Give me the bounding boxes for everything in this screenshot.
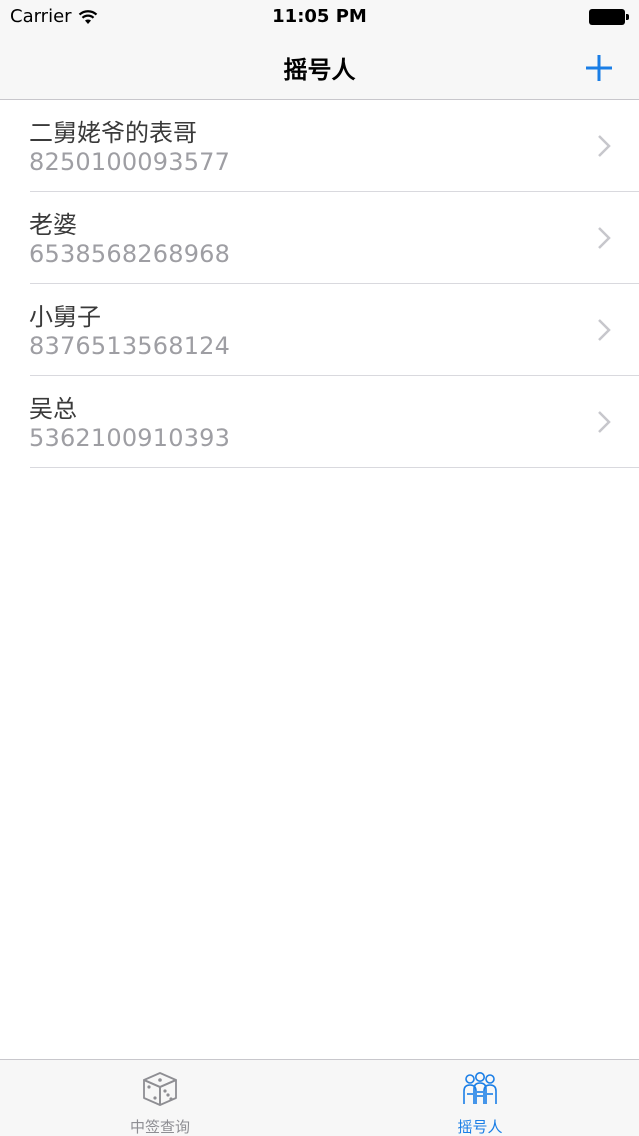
tab-label: 中签查询 xyxy=(129,1118,190,1136)
tab-label: 摇号人 xyxy=(457,1118,503,1136)
battery-icon xyxy=(589,9,629,25)
tab-bar: 中签查询 摇号人 xyxy=(0,1059,639,1136)
person-name: 吴总 xyxy=(29,395,77,423)
chevron-right-icon xyxy=(598,319,611,341)
list-item[interactable]: 老婆 6538568268968 xyxy=(0,192,639,284)
status-bar: Carrier 11:05 PM xyxy=(0,0,639,36)
person-name: 小舅子 xyxy=(29,303,101,331)
person-name: 二舅姥爷的表哥 xyxy=(29,119,197,147)
plus-icon xyxy=(586,55,612,81)
status-time: 11:05 PM xyxy=(272,6,367,27)
list-item[interactable]: 吴总 5362100910393 xyxy=(0,376,639,468)
person-number: 5362100910393 xyxy=(29,424,231,452)
navigation-bar: 摇号人 xyxy=(0,36,639,100)
list-item[interactable]: 二舅姥爷的表哥 8250100093577 xyxy=(0,100,639,192)
list-item[interactable]: 小舅子 8376513568124 xyxy=(0,284,639,376)
empty-content-area xyxy=(0,468,639,1059)
page-title: 摇号人 xyxy=(283,56,356,84)
person-list: 二舅姥爷的表哥 8250100093577 老婆 6538568268968 小… xyxy=(0,100,639,468)
person-name: 老婆 xyxy=(29,211,77,239)
person-number: 6538568268968 xyxy=(29,240,231,268)
tab-lottery-people[interactable]: 摇号人 xyxy=(320,1060,639,1136)
person-number: 8376513568124 xyxy=(29,332,231,360)
chevron-right-icon xyxy=(598,227,611,249)
dice-icon xyxy=(143,1072,177,1106)
person-number: 8250100093577 xyxy=(29,148,231,176)
chevron-right-icon xyxy=(598,411,611,433)
people-icon xyxy=(463,1072,497,1104)
chevron-right-icon xyxy=(598,135,611,157)
add-button[interactable] xyxy=(579,48,619,88)
tab-lottery-query[interactable]: 中签查询 xyxy=(0,1060,320,1136)
